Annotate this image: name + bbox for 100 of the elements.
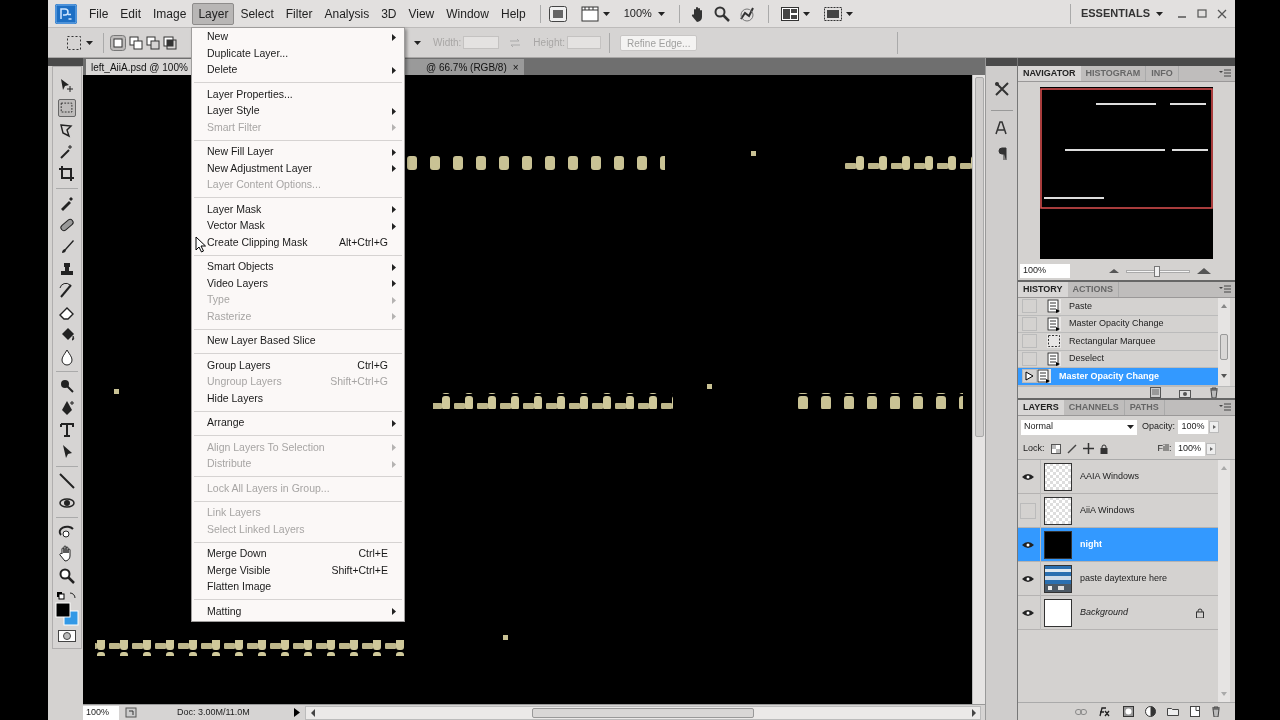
menu-item[interactable]: Hide Layers (192, 390, 404, 407)
menu-item[interactable]: New Layer Based Slice (192, 333, 404, 350)
caret-icon[interactable] (1127, 425, 1134, 429)
menu-item[interactable]: Layer Mask (192, 201, 404, 218)
slider-toggle-icon[interactable] (1209, 421, 1219, 433)
lock-position-icon[interactable] (1082, 443, 1094, 454)
crop-tool-icon[interactable] (58, 165, 76, 183)
menu-item[interactable]: New (192, 29, 404, 46)
menu-item[interactable]: Duplicate Layer... (192, 45, 404, 62)
caret-icon[interactable] (414, 40, 421, 45)
panel-tab[interactable]: NAVIGATOR (1018, 66, 1081, 81)
menu-item[interactable]: Analysis (318, 2, 376, 25)
zoom-tool-icon[interactable] (58, 567, 76, 585)
menu-item[interactable]: Matting (192, 603, 404, 620)
camera-icon[interactable] (1179, 387, 1191, 398)
history-item[interactable]: Rectangular Marquee (1018, 333, 1218, 351)
menu-item[interactable]: View (402, 2, 441, 25)
dodge-tool-icon[interactable] (58, 377, 76, 395)
menu-item[interactable]: File (83, 2, 115, 25)
lock-icon[interactable] (1099, 443, 1108, 454)
menu-item[interactable]: Window (440, 2, 495, 25)
slider-toggle-icon[interactable] (1205, 442, 1216, 455)
folder-icon[interactable] (1167, 707, 1179, 716)
menu-item[interactable]: Filter (279, 2, 319, 25)
menu-item[interactable]: 3D (375, 2, 403, 25)
menu-item[interactable]: Layer Properties... (192, 86, 404, 103)
lock-pixels-icon[interactable] (1066, 443, 1077, 454)
screen-mode-icon[interactable] (823, 6, 842, 21)
scrollbar-thumb[interactable] (532, 707, 754, 718)
rotate-view-icon[interactable] (737, 5, 756, 22)
panel-tab[interactable]: HISTORY (1018, 282, 1068, 297)
add-selection-icon[interactable] (129, 35, 143, 50)
lock-transparency-icon[interactable] (1050, 443, 1061, 454)
history-brush-source-icon[interactable] (1025, 371, 1034, 382)
layer-row[interactable]: paste daytexture here (1018, 562, 1218, 596)
export-icon[interactable] (125, 707, 137, 718)
trash-icon[interactable] (1209, 387, 1219, 398)
layer-name[interactable]: Background (1080, 605, 1129, 620)
marquee-tool-icon[interactable] (66, 34, 82, 51)
scroll-up-icon[interactable] (1221, 304, 1227, 308)
scrollbar-thumb[interactable] (974, 77, 984, 437)
menu-item[interactable]: Help (494, 2, 532, 25)
play-icon[interactable] (293, 708, 301, 717)
menu-item[interactable]: Group Layers Ctrl+G (192, 357, 404, 374)
zoom-level[interactable]: 100% (623, 5, 652, 22)
scrollbar-thumb[interactable] (1220, 334, 1228, 360)
menu-item[interactable]: Edit (114, 2, 148, 25)
menu-item[interactable]: Smart Objects (192, 259, 404, 276)
intersect-selection-icon[interactable] (163, 35, 177, 50)
maximize-icon[interactable] (1197, 8, 1207, 19)
bridge-icon[interactable] (548, 5, 567, 22)
opacity-field[interactable]: 100% (1178, 420, 1208, 434)
blur-tool-icon[interactable] (58, 348, 76, 366)
new-layer-icon[interactable] (1190, 706, 1200, 717)
paragraph-icon[interactable] (996, 147, 1007, 160)
caret-icon[interactable] (657, 11, 665, 16)
menu-item[interactable]: New Adjustment Layer (192, 160, 404, 177)
layer-name[interactable]: AiiA Windows (1080, 503, 1135, 518)
view-extras-icon[interactable] (580, 5, 599, 22)
caret-icon[interactable] (86, 40, 93, 45)
menu-item[interactable]: Flatten Image (192, 579, 404, 596)
zoom-in-icon[interactable] (1196, 267, 1212, 275)
menu-item[interactable]: Merge Down Ctrl+E (192, 546, 404, 563)
scroll-down-icon[interactable] (1221, 374, 1227, 378)
color-swatches-icon[interactable] (54, 602, 80, 626)
menu-item[interactable]: Merge Visible Shift+Ctrl+E (192, 562, 404, 579)
quick-mask-icon[interactable] (58, 630, 76, 642)
menu-item[interactable]: Arrange (192, 415, 404, 432)
app-logo-icon[interactable] (55, 3, 77, 24)
new-document-icon[interactable] (1150, 387, 1161, 398)
tools-icon[interactable] (992, 80, 1011, 98)
menu-item[interactable]: Layer Style (192, 103, 404, 120)
line-tool-icon[interactable] (58, 472, 76, 490)
slider-thumb[interactable] (1153, 265, 1160, 277)
caret-icon[interactable] (1156, 11, 1163, 16)
type-tool-icon[interactable] (58, 421, 76, 439)
caret-icon[interactable] (602, 11, 610, 16)
width-field[interactable] (463, 36, 500, 49)
subtract-selection-icon[interactable] (146, 35, 160, 50)
menu-item[interactable]: Video Layers (192, 275, 404, 292)
layer-mask-icon[interactable] (1123, 706, 1134, 717)
caret-icon[interactable] (845, 11, 853, 16)
menu-item[interactable]: Vector Mask (192, 218, 404, 235)
zoom-out-icon[interactable] (1108, 268, 1120, 274)
close-icon[interactable] (1217, 8, 1227, 19)
layer-row[interactable]: Background (1018, 596, 1218, 630)
layer-row[interactable]: AAIA Windows (1018, 460, 1218, 494)
panel-tab[interactable]: LAYERS (1018, 400, 1064, 415)
menu-item[interactable]: Layer (192, 2, 235, 25)
fill-field[interactable]: 100% (1174, 441, 1205, 456)
stamp-tool-icon[interactable] (58, 260, 76, 278)
menu-item[interactable]: Select (234, 2, 280, 25)
history-item[interactable]: Paste (1018, 298, 1218, 316)
menu-item[interactable]: Create Clipping Mask Alt+Ctrl+G (192, 234, 404, 251)
history-item[interactable]: Master Opacity Change (1018, 315, 1218, 333)
layer-name[interactable]: paste daytexture here (1080, 571, 1168, 586)
scroll-right-icon[interactable] (971, 708, 977, 717)
close-tab-button[interactable]: × (512, 59, 519, 75)
visibility-toggle[interactable] (1020, 502, 1036, 519)
zoom-field[interactable]: 100% (83, 705, 119, 720)
